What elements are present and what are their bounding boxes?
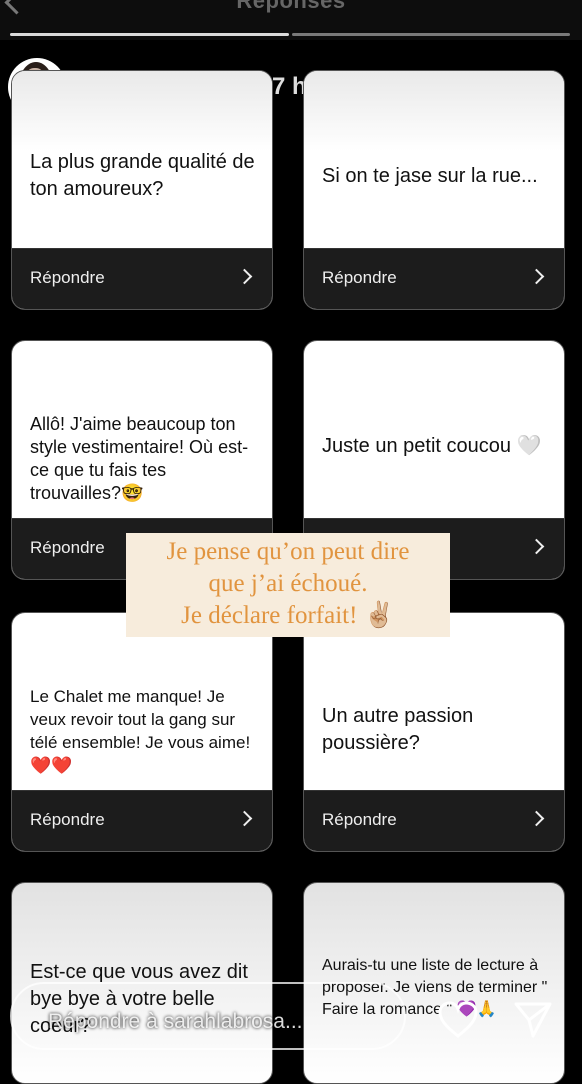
reply-label: Répondre [30, 538, 105, 557]
reply-label: Répondre [322, 268, 397, 287]
caption-line-3: Je déclare forfait! ✌🏼 [181, 602, 395, 629]
reply-button[interactable]: Répondre [304, 248, 564, 309]
question-card[interactable]: Un autre passion poussière? Répondre [303, 612, 565, 852]
story-progress-bar [10, 33, 570, 37]
reply-button[interactable]: Répondre [304, 790, 564, 851]
reply-placeholder: Répondre à sarahlabrosa... [48, 1010, 303, 1033]
reply-button[interactable]: Répondre [12, 790, 272, 851]
reply-label: Répondre [322, 810, 397, 829]
question-text: Le Chalet me manque! Je veux revoir tout… [30, 687, 251, 775]
chevron-right-icon [236, 810, 253, 827]
question-card[interactable]: Le Chalet me manque! Je veux revoir tout… [11, 612, 273, 852]
question-text: Si on te jase sur la rue... [322, 165, 538, 187]
reply-label: Répondre [30, 810, 105, 829]
timestamp: 7 h [272, 73, 307, 100]
question-card[interactable]: La plus grande qualité de ton amoureux? … [11, 70, 273, 310]
reply-label: Répondre [30, 268, 105, 287]
chevron-right-icon [528, 810, 545, 827]
chevron-right-icon [528, 538, 545, 555]
question-card[interactable]: Si on te jase sur la rue... Répondre [303, 70, 565, 310]
heart-icon[interactable] [438, 1001, 478, 1039]
send-icon[interactable] [513, 1000, 553, 1040]
caption-line-1: Je pense qu’on peut dire [166, 538, 410, 565]
page-title: Réponses [236, 0, 346, 13]
story-caption: Je pense qu’on peut dire que j’ai échoué… [126, 533, 450, 637]
question-text: La plus grande qualité de ton amoureux? [30, 151, 255, 200]
question-text: Juste un petit coucou 🤍 [322, 435, 542, 457]
caption-line-2: que j’ai échoué. [208, 570, 368, 597]
chevron-right-icon [528, 268, 545, 285]
question-text: Un autre passion poussière? [322, 705, 474, 754]
question-text: Allô! J'aime beaucoup ton style vestimen… [30, 414, 249, 503]
reply-button[interactable]: Répondre [12, 248, 272, 309]
chevron-right-icon [236, 268, 253, 285]
